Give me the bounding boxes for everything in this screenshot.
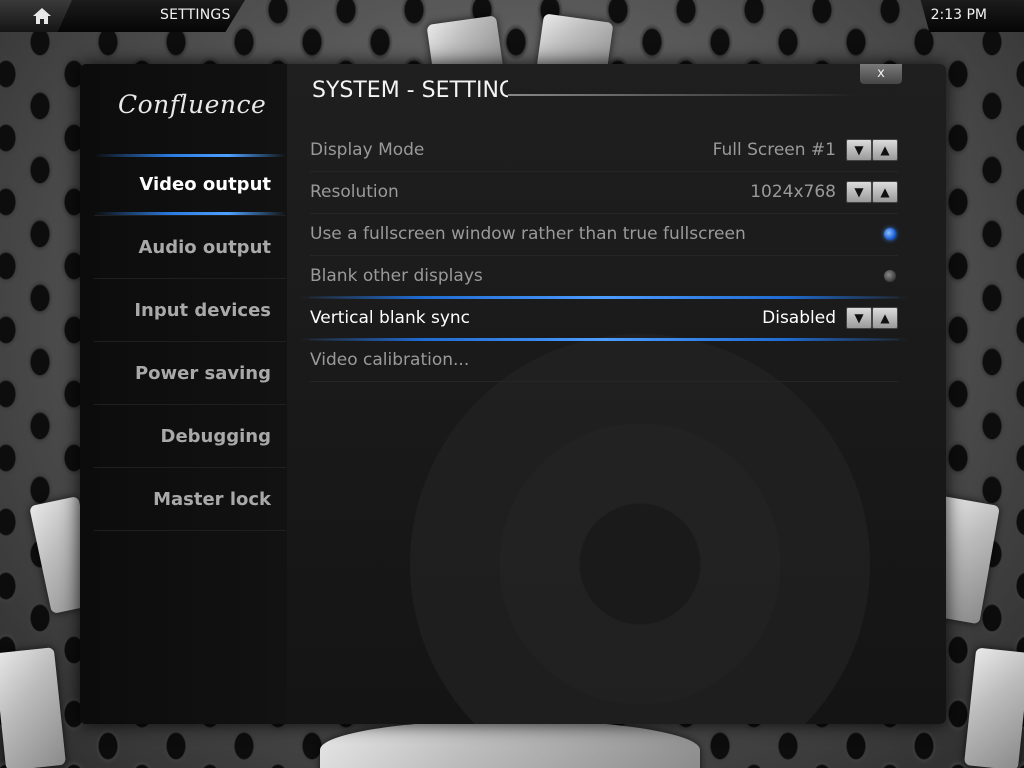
setting-label: Resolution: [310, 182, 399, 202]
spinner-up-button[interactable]: ▲: [872, 181, 898, 203]
confluence-logo: Confluence: [118, 90, 267, 119]
setting-label: Display Mode: [310, 140, 425, 160]
spinner-up-button[interactable]: ▲: [872, 139, 898, 161]
setting-resolution[interactable]: Resolution 1024x768 ▼ ▲: [310, 172, 898, 214]
setting-value: 1024x768: [750, 182, 836, 202]
radio-toggle-off[interactable]: [884, 270, 896, 282]
spinner-down-button[interactable]: ▼: [846, 139, 872, 161]
close-button[interactable]: x: [860, 64, 902, 84]
top-bar-title: SETTINGS: [160, 7, 231, 23]
spinner-control: ▼ ▲: [846, 307, 898, 329]
setting-blank-other-displays[interactable]: Blank other displays: [310, 256, 898, 298]
spinner-control: ▼ ▲: [846, 181, 898, 203]
setting-video-calibration[interactable]: Video calibration...: [310, 340, 898, 382]
setting-value: Full Screen #1: [712, 140, 836, 160]
page-title: SYSTEM - SETTINGS: [312, 78, 508, 103]
setting-display-mode[interactable]: Display Mode Full Screen #1 ▼ ▲: [310, 130, 898, 172]
spinner-down-button[interactable]: ▼: [846, 307, 872, 329]
radio-toggle-on[interactable]: [884, 228, 896, 240]
spinner-control: ▼ ▲: [846, 139, 898, 161]
sidebar-item-video-output[interactable]: Video output: [94, 154, 286, 216]
setting-value: Disabled: [762, 308, 836, 328]
sidebar-item-master-lock[interactable]: Master lock: [94, 469, 286, 531]
sidebar-item-power-saving[interactable]: Power saving: [94, 343, 286, 405]
spinner-down-button[interactable]: ▼: [846, 181, 872, 203]
clock: 2:13 PM: [930, 7, 987, 23]
sidebar-item-debugging[interactable]: Debugging: [94, 406, 286, 468]
setting-fullscreen-window[interactable]: Use a fullscreen window rather than true…: [310, 214, 898, 256]
settings-list: Display Mode Full Screen #1 ▼ ▲ Resoluti…: [300, 130, 908, 382]
dialog-background-gear: [410, 334, 870, 724]
home-icon: [33, 8, 51, 24]
sidebar: Confluence Video output Audio output Inp…: [80, 64, 287, 724]
setting-label: Video calibration...: [310, 350, 470, 370]
setting-vertical-blank-sync[interactable]: Vertical blank sync Disabled ▼ ▲: [300, 296, 908, 341]
settings-dialog: Confluence Video output Audio output Inp…: [80, 64, 946, 724]
spinner-up-button[interactable]: ▲: [872, 307, 898, 329]
screen: SETTINGS 2:13 PM Confluence Video output…: [0, 0, 1024, 768]
setting-label: Vertical blank sync: [310, 308, 471, 328]
title-divider: [508, 94, 858, 96]
sidebar-item-audio-output[interactable]: Audio output: [94, 217, 286, 279]
setting-label: Use a fullscreen window rather than true…: [310, 224, 746, 244]
setting-label: Blank other displays: [310, 266, 483, 286]
sidebar-item-input-devices[interactable]: Input devices: [94, 280, 286, 342]
